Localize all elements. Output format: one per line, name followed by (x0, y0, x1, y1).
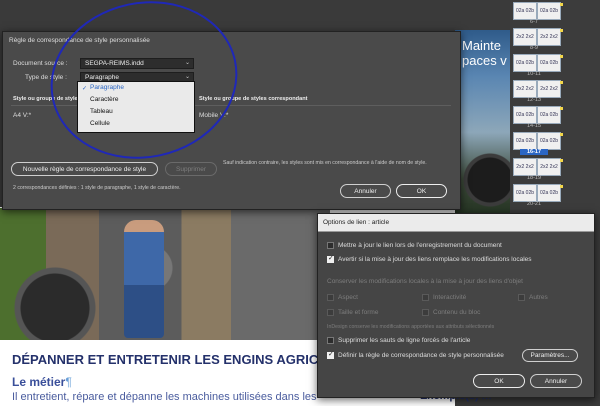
page-marker-icon (560, 159, 563, 162)
delete-button[interactable]: Supprimer (165, 162, 217, 176)
remove-forced-breaks-label: Supprimer les sauts de ligne forcés de l… (338, 337, 471, 344)
option-table[interactable]: Tableau (90, 108, 113, 115)
update-link-on-save-checkbox[interactable] (327, 242, 334, 249)
warn-overwrite-checkbox[interactable] (327, 254, 334, 263)
page-thumbnail[interactable]: 02a 02b (513, 106, 537, 124)
page-spread[interactable]: 02a 02b 02a 02b 20-21 (510, 182, 600, 208)
indesign-note: InDesign conserve les modifications appo… (327, 324, 495, 330)
page-spread[interactable]: 02a 02b 02a 02b 16-17 (510, 130, 600, 156)
page-thumbnail[interactable]: 02a 02b (513, 54, 537, 72)
page-thumbnail[interactable]: 02a 02b (537, 184, 561, 202)
page-marker-icon (560, 107, 563, 110)
page-number-label: 18-19 (526, 175, 542, 181)
mapped-style-column-header: Style ou groupe de styles correspondant (199, 96, 308, 102)
page-spread[interactable]: 2x2 2x2 2x2 2x2 12-13 (510, 78, 600, 104)
page-spread[interactable]: 2x2 2x2 2x2 2x2 8-9 (510, 26, 600, 52)
dialog-title: Règle de correspondance de style personn… (9, 37, 150, 44)
source-document-select[interactable]: SEGPA-REIMS.indd ⌄ (80, 58, 194, 69)
warn-overwrite-label: Avertir si la mise à jour des liens remp… (338, 256, 532, 263)
page-thumbnail[interactable]: 02a 02b (513, 2, 537, 20)
mapping-note: Sauf indication contraire, les styles so… (223, 160, 427, 166)
page-thumbnail[interactable]: 02a 02b (513, 132, 537, 150)
page-spread[interactable]: 02a 02b 02a 02b 6-7 (510, 0, 600, 26)
page-thumbnail[interactable]: 02a 02b (513, 184, 537, 202)
page-number-label: 6-7 (530, 19, 538, 25)
interactivity-label: Interactivité (433, 294, 467, 301)
page-number-label: 8-9 (530, 45, 538, 51)
tractor-image (455, 140, 510, 210)
option-character[interactable]: Caractère (90, 96, 119, 103)
harvester-photo (0, 208, 330, 340)
option-cell[interactable]: Cellule (90, 120, 110, 127)
style-mapping-dialog: Règle de correspondance de style personn… (2, 31, 461, 210)
custom-style-mapping-label: Définir la règle de correspondance de st… (338, 352, 504, 359)
other-checkbox[interactable] (518, 294, 525, 301)
top-banner-line-2: paces v (462, 53, 507, 68)
mapping-count: 2 correspondances définies : 1 style de … (13, 185, 181, 191)
page-marker-icon (560, 133, 563, 136)
source-style-column-header: Style ou groupe de style (13, 96, 78, 102)
page-number-label: 10-11 (527, 71, 541, 77)
page-thumbnail[interactable]: 2x2 2x2 (513, 80, 537, 98)
top-banner-line-1: Mainte (462, 38, 502, 53)
cancel-button[interactable]: Annuler (530, 374, 582, 388)
document-subheading[interactable]: Le métier¶ (12, 375, 72, 389)
update-link-on-save-label: Mettre à jour le lien lors de l'enregist… (338, 242, 502, 249)
page-spread[interactable]: 2x2 2x2 2x2 2x2 18-19 (510, 156, 600, 182)
page-marker-icon (560, 29, 563, 32)
mapping-row-source[interactable]: A4 V:* (13, 112, 31, 119)
remove-forced-breaks-checkbox[interactable] (327, 337, 334, 344)
document-body-text[interactable]: Il entretient, répare et dépanne les mac… (12, 391, 317, 403)
page-spread[interactable]: 02a 02b 02a 02b 10-11 (510, 52, 600, 78)
checkmark-icon: ✓ (82, 86, 88, 92)
aspect-label: Aspect (338, 294, 358, 301)
page-marker-icon (560, 185, 563, 188)
other-label: Autres (529, 294, 548, 301)
size-shape-checkbox[interactable] (327, 309, 334, 316)
size-shape-label: Taille et forme (338, 309, 379, 316)
interactivity-checkbox[interactable] (422, 294, 429, 301)
page-marker-icon (560, 81, 563, 84)
page-thumbnail[interactable]: 2x2 2x2 (537, 158, 561, 176)
parameters-button[interactable]: Paramètres... (522, 349, 578, 362)
chevron-down-icon: ⌄ (184, 60, 190, 66)
dialog-titlebar[interactable]: Options de lien : article (318, 214, 594, 232)
page-thumbnail[interactable]: 2x2 2x2 (513, 28, 537, 46)
link-options-dialog: Options de lien : article Mettre à jour … (317, 213, 595, 398)
pages-panel: 02a 02b 02a 02b 6-7 2x2 2x2 2x2 2x2 8-9 02a 02… (510, 0, 600, 210)
source-document-label: Document source : (13, 60, 68, 67)
option-paragraph[interactable]: ✓ Paragraphe (82, 84, 124, 92)
pilcrow-mark: ¶ (65, 375, 72, 389)
page-thumbnail[interactable]: 02a 02b (537, 106, 561, 124)
top-banner-title: Mainte paces v (462, 38, 507, 68)
page-thumbnail[interactable]: 2x2 2x2 (513, 158, 537, 176)
page-number-label: 16-17 (520, 149, 548, 155)
page-thumbnail[interactable]: 2x2 2x2 (537, 80, 561, 98)
dialog-title: Options de lien : article (323, 219, 390, 226)
page-thumbnail[interactable]: 02a 02b (537, 132, 561, 150)
worker-figure (124, 220, 164, 338)
page-spread[interactable]: 02a 02b 02a 02b 14-15 (510, 104, 600, 130)
page-thumbnail[interactable]: 2x2 2x2 (537, 28, 561, 46)
page-number-label: 12-13 (526, 97, 542, 103)
page-number-label: 20-21 (526, 201, 542, 207)
page-thumbnail[interactable]: 02a 02b (537, 2, 561, 20)
page-marker-icon (560, 3, 563, 6)
ok-button[interactable]: OK (473, 374, 525, 388)
cancel-button[interactable]: Annuler (340, 184, 391, 198)
page-thumbnail[interactable]: 02a 02b (537, 54, 561, 72)
frame-content-checkbox[interactable] (422, 309, 429, 316)
document-heading[interactable]: DÉPANNER ET ENTRETENIR LES ENGINS AGRICO… (12, 352, 361, 367)
style-type-label: Type de style : (25, 74, 67, 81)
page-number-label: 14-15 (526, 123, 542, 129)
frame-content-label: Contenu du bloc (433, 309, 481, 316)
new-rule-button[interactable]: Nouvelle règle de correspondance de styl… (11, 162, 158, 176)
style-type-dropdown[interactable]: ✓ Paragraphe Caractère Tableau Cellule (77, 81, 195, 133)
custom-style-mapping-checkbox[interactable] (327, 350, 334, 359)
mapping-row-target[interactable]: Mobile V:* (199, 112, 228, 119)
page-marker-icon (560, 55, 563, 58)
ok-button[interactable]: OK (396, 184, 447, 198)
preserve-local-edits-label: Conserver les modifications locales à la… (327, 278, 523, 285)
aspect-checkbox[interactable] (327, 294, 334, 301)
